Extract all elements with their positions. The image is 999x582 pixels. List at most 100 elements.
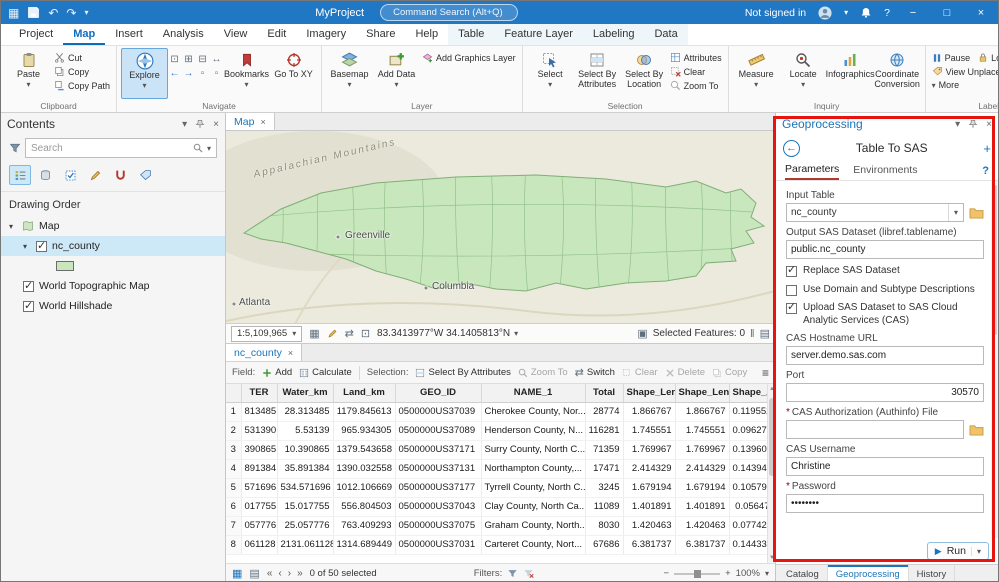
more-labeling-button[interactable]: ▾More xyxy=(932,80,999,90)
column-header[interactable]: GEO_ID xyxy=(395,384,481,402)
pause-labeling-button[interactable]: Pause xyxy=(932,52,971,63)
tree-item-world-hillshade[interactable]: World Hillshade xyxy=(1,296,225,316)
lock-labels-button[interactable]: Lock xyxy=(978,52,999,63)
table-cell[interactable]: 390865 xyxy=(241,440,277,459)
table-cell[interactable]: 1.769967 xyxy=(623,440,675,459)
previous-extent-icon[interactable]: ← xyxy=(168,67,181,80)
table-row[interactable]: 339086510.3908651379.5436580500000US3717… xyxy=(226,440,773,459)
tree-item-map[interactable]: ▾ Map xyxy=(1,216,225,236)
table-cell[interactable]: 1.866767 xyxy=(623,402,675,421)
table-row[interactable]: 80611282131.0611281314.6894490500000US37… xyxy=(226,535,773,554)
table-zoom-to-button[interactable]: Zoom To xyxy=(518,367,568,378)
copy-path-button[interactable]: Copy Path xyxy=(54,80,110,91)
measure-button[interactable]: Measure ▾ xyxy=(733,48,780,99)
tab-edit[interactable]: Edit xyxy=(257,24,296,45)
fixed-zoom-out-icon[interactable]: ⊟ xyxy=(196,53,209,66)
pin-icon[interactable] xyxy=(968,119,978,129)
tab-geoprocessing[interactable]: Geoprocessing xyxy=(828,565,909,582)
zoom-in-icon[interactable]: + xyxy=(725,568,731,579)
tab-map[interactable]: Map xyxy=(63,24,105,45)
expander-icon[interactable]: ▾ xyxy=(9,222,17,231)
select-by-location-button[interactable]: Select By Location xyxy=(621,48,668,99)
input-table-combobox[interactable]: nc_county ▾ xyxy=(786,203,964,222)
table-cell[interactable]: 1.866767 xyxy=(675,402,729,421)
map-coordinates-readout[interactable]: 83.3413977°W 34.1405813°N ▾ xyxy=(377,328,518,339)
table-cell[interactable]: 1.401891 xyxy=(675,497,729,516)
add-to-project-icon[interactable]: + xyxy=(983,141,991,156)
table-cell[interactable]: 1.401891 xyxy=(623,497,675,516)
row-number[interactable]: 1 xyxy=(226,402,241,421)
extent-box-icon[interactable]: ▫ xyxy=(210,67,223,80)
table-vertical-scrollbar[interactable]: ▲ ▼ xyxy=(767,384,775,563)
full-extent-icon[interactable]: ⊡ xyxy=(168,53,181,66)
table-cell[interactable]: 0500000US37171 xyxy=(395,440,481,459)
signin-chevron-icon[interactable]: ▾ xyxy=(844,8,848,17)
tab-share[interactable]: Share xyxy=(356,24,405,45)
table-cell[interactable]: 28.313485 xyxy=(277,402,333,421)
table-cell[interactable]: 534.571696 xyxy=(277,478,333,497)
table-cell[interactable]: 0500000US37043 xyxy=(395,497,481,516)
list-by-source-icon[interactable] xyxy=(34,165,56,185)
add-field-button[interactable]: Add xyxy=(262,367,292,378)
select-button[interactable]: Select ▾ xyxy=(527,48,574,99)
table-cell[interactable]: 5.53139 xyxy=(277,421,333,440)
table-cell[interactable]: Tyrrell County, North C... xyxy=(481,478,585,497)
tree-item-nc-county[interactable]: ▾ nc_county xyxy=(1,236,225,256)
close-icon[interactable]: × xyxy=(986,119,992,130)
table-cell[interactable]: 1390.032558 xyxy=(333,459,395,478)
form-view-icon[interactable]: ▤ xyxy=(249,567,259,580)
table-cell[interactable]: 763.409293 xyxy=(333,516,395,535)
close-button[interactable]: × xyxy=(970,7,992,19)
undo-icon[interactable]: ↶ xyxy=(48,6,58,20)
tab-history[interactable]: History xyxy=(909,565,956,582)
table-cell[interactable]: 1314.689449 xyxy=(333,535,395,554)
table-cell[interactable]: 3245 xyxy=(585,478,623,497)
table-cell[interactable]: 813485 xyxy=(241,402,277,421)
table-cell[interactable]: 28774 xyxy=(585,402,623,421)
table-cell[interactable]: 17471 xyxy=(585,459,623,478)
replace-sas-dataset-checkbox[interactable]: Replace SAS Dataset xyxy=(786,265,984,278)
back-icon[interactable]: ← xyxy=(783,140,800,157)
table-cell[interactable]: 061128 xyxy=(241,535,277,554)
table-cell[interactable]: Clay County, North Ca... xyxy=(481,497,585,516)
filter-funnel-icon[interactable] xyxy=(9,142,21,154)
table-cell[interactable]: Graham County, North... xyxy=(481,516,585,535)
close-icon[interactable]: × xyxy=(288,348,293,358)
table-cell[interactable]: Henderson County, N... xyxy=(481,421,585,440)
infographics-button[interactable]: Infographics xyxy=(827,48,874,99)
table-cell[interactable]: 0500000US37131 xyxy=(395,459,481,478)
table-cell[interactable]: Northampton County,... xyxy=(481,459,585,478)
tab-insert[interactable]: Insert xyxy=(105,24,153,45)
close-icon[interactable]: × xyxy=(213,119,219,130)
table-cell[interactable]: 1.745551 xyxy=(623,421,675,440)
last-record-icon[interactable]: » xyxy=(297,568,303,579)
authinfo-input[interactable] xyxy=(786,420,964,439)
paste-button[interactable]: Paste ▾ xyxy=(5,48,52,99)
table-cell[interactable]: 1179.845613 xyxy=(333,402,395,421)
row-number[interactable]: 8 xyxy=(226,535,241,554)
table-cell[interactable]: 2131.061128 xyxy=(277,535,333,554)
table-cell[interactable]: 2.414329 xyxy=(675,459,729,478)
row-number[interactable]: 7 xyxy=(226,516,241,535)
table-cell[interactable]: Carteret County, Nort... xyxy=(481,535,585,554)
table-cell[interactable]: 017755 xyxy=(241,497,277,516)
close-icon[interactable]: × xyxy=(260,117,265,127)
pan-icon[interactable]: ↔ xyxy=(210,53,223,66)
basemap-button[interactable]: Basemap ▾ xyxy=(326,48,373,99)
column-header[interactable]: NAME_1 xyxy=(481,384,585,402)
table-cell[interactable]: 965.934305 xyxy=(333,421,395,440)
table-menu-icon[interactable]: ≡ xyxy=(762,366,769,380)
customize-toolbar-chevron-icon[interactable]: ▾ xyxy=(84,8,88,17)
table-cell[interactable]: 35.891384 xyxy=(277,459,333,478)
tab-catalog[interactable]: Catalog xyxy=(778,565,828,582)
tab-data[interactable]: Data xyxy=(644,24,687,45)
add-data-button[interactable]: Add Data ▾ xyxy=(373,48,420,99)
save-icon[interactable] xyxy=(27,6,40,19)
contents-search-input[interactable] xyxy=(31,143,189,154)
coordinate-conversion-button[interactable]: Coordinate Conversion xyxy=(874,48,921,99)
table-cell[interactable]: 531390 xyxy=(241,421,277,440)
tab-parameters[interactable]: Parameters xyxy=(785,161,839,180)
table-delete-button[interactable]: Delete xyxy=(665,367,705,378)
column-header[interactable]: Shape_Length xyxy=(675,384,729,402)
sketch-tool-icon[interactable] xyxy=(327,328,338,339)
